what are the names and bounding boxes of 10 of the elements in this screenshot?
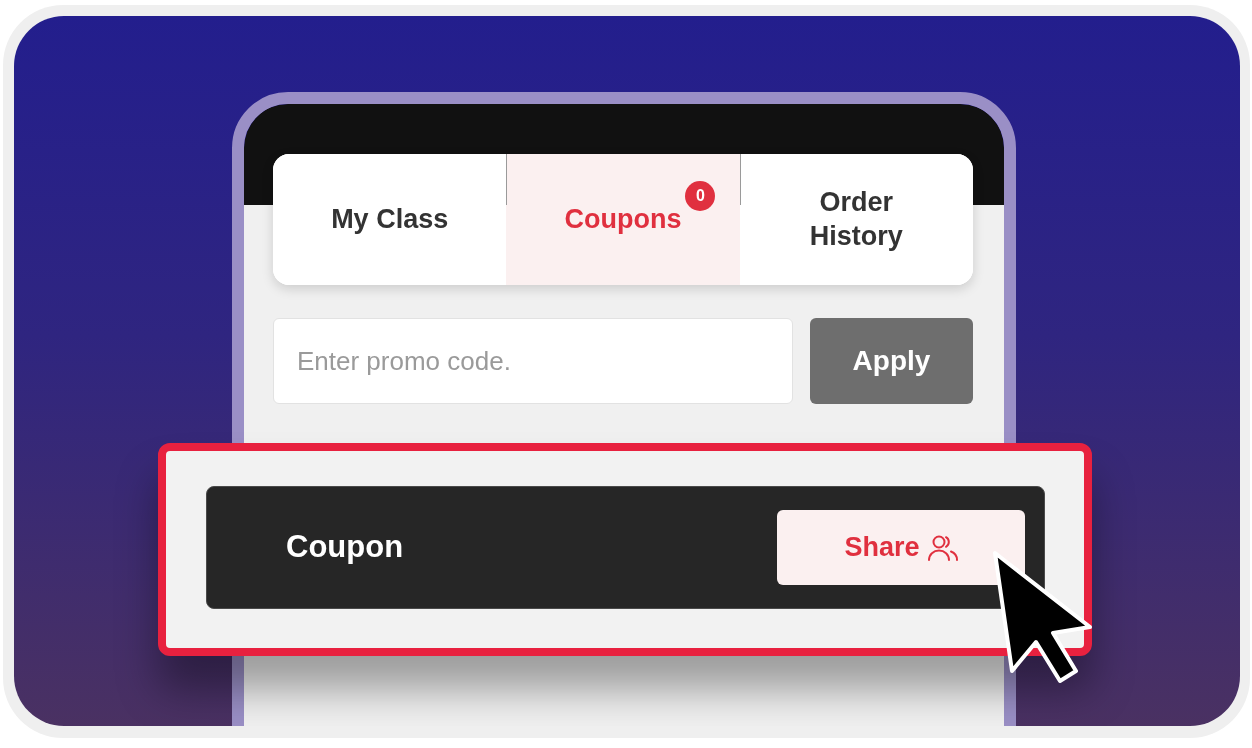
promo-code-field[interactable]: Enter promo code. <box>273 318 793 404</box>
count-badge: 0 <box>685 180 716 211</box>
mouse-pointer-icon <box>990 549 1094 685</box>
tab[interactable]: Order History <box>739 154 973 285</box>
tab[interactable]: My Class <box>273 154 507 285</box>
share-button[interactable]: Share <box>777 510 1025 585</box>
apply-button[interactable]: Apply <box>810 318 973 404</box>
people-icon <box>927 534 958 561</box>
tab[interactable]: Coupons 0 <box>506 154 740 285</box>
coupon-title: Coupon <box>286 528 405 567</box>
